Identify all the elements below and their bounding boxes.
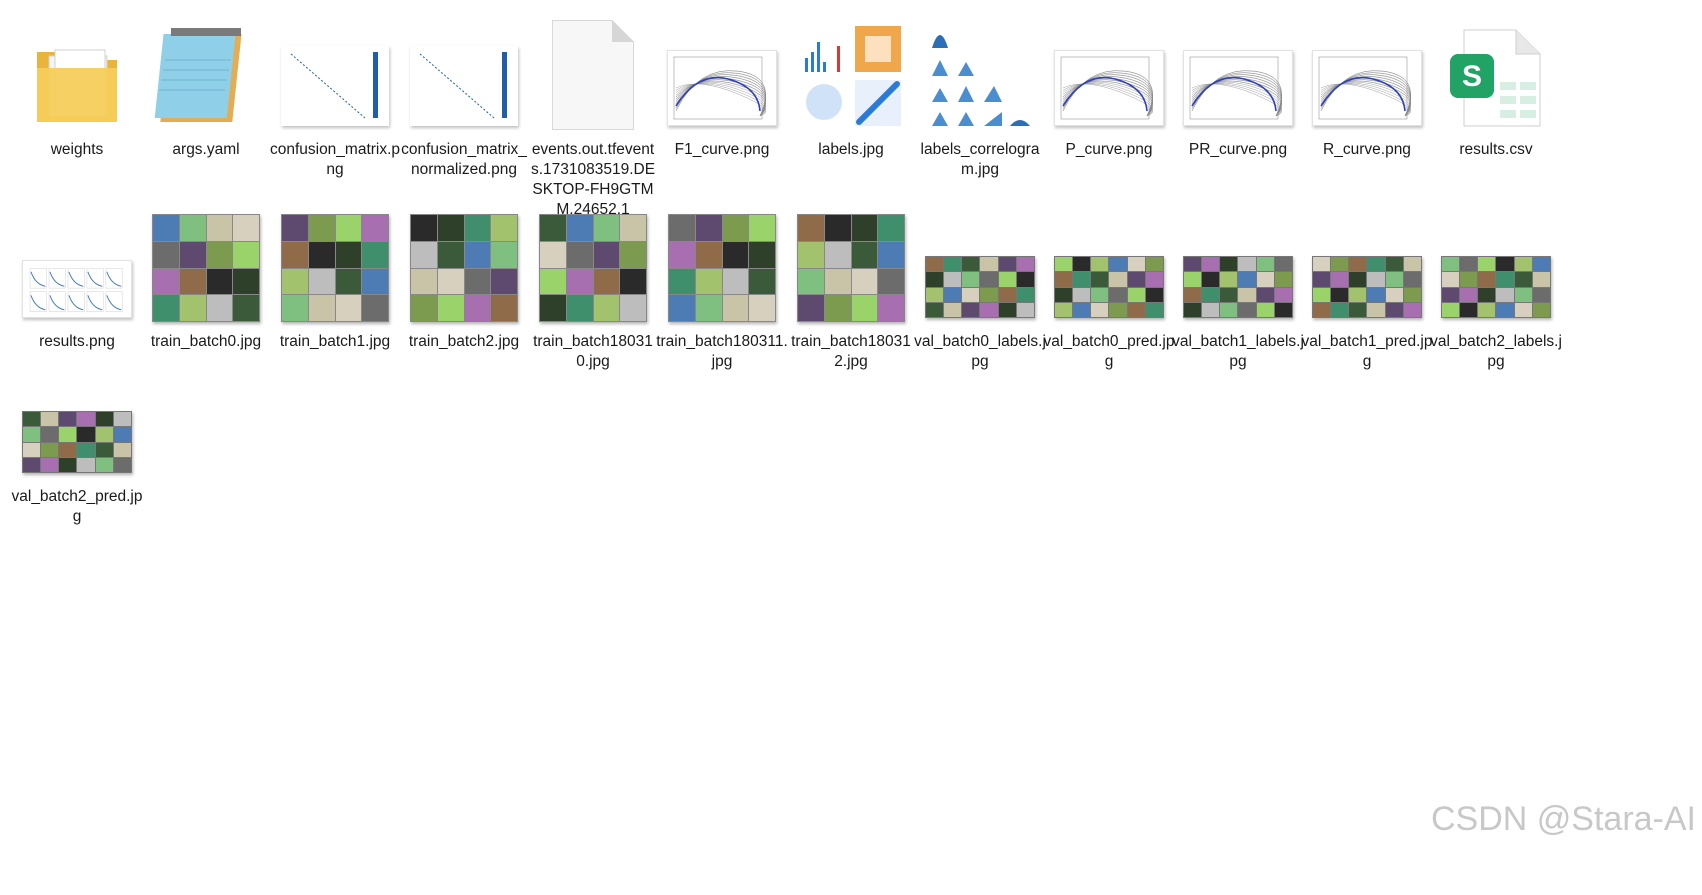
file-item-tb180310[interactable]: train_batch180310.jpg <box>523 202 663 372</box>
file-name-label: val_batch1_pred.jpg <box>1301 333 1433 370</box>
file-name-label: val_batch2_labels.jpg <box>1430 333 1562 370</box>
file-item-tb1[interactable]: train_batch1.jpg <box>265 202 405 352</box>
image-thumbnail <box>1183 256 1293 318</box>
file-name-label: train_batch180311.jpg <box>656 333 788 370</box>
file-name-label: confusion_matrix.png <box>269 141 401 178</box>
file-item-labcorr[interactable]: labels_correlogram.jpg <box>910 10 1050 180</box>
image-thumbnail <box>925 256 1035 318</box>
file-item-vb2l[interactable]: val_batch2_labels.jpg <box>1426 202 1566 372</box>
watermark: CSDN @Stara-AI <box>1430 800 1696 838</box>
file-name-label: val_batch0_pred.jpg <box>1043 333 1175 370</box>
file-name-label: labels_correlogram.jpg <box>920 141 1040 178</box>
labels-chart-icon <box>799 24 901 126</box>
image-thumbnail <box>1441 256 1551 318</box>
file-item-vb1p[interactable]: val_batch1_pred.jpg <box>1297 202 1437 372</box>
image-thumbnail <box>1054 256 1164 318</box>
image-thumbnail <box>281 214 389 322</box>
curve-plot-icon <box>1312 50 1422 126</box>
file-name-label: args.yaml <box>172 141 240 158</box>
file-name-label: train_batch180310.jpg <box>533 333 653 370</box>
image-thumbnail <box>797 214 905 322</box>
file-item-tb180311[interactable]: train_batch180311.jpg <box>652 202 792 372</box>
curve-plot-icon <box>1054 50 1164 126</box>
image-thumbnail <box>539 214 647 322</box>
file-name-label: train_batch1.jpg <box>279 333 391 350</box>
image-thumbnail <box>668 214 776 322</box>
image-thumbnail <box>410 214 518 322</box>
file-item-vb1l[interactable]: val_batch1_labels.jpg <box>1168 202 1308 372</box>
file-name-label: train_batch180312.jpg <box>791 333 911 370</box>
file-name-label: train_batch0.jpg <box>150 333 262 350</box>
file-item-cmn[interactable]: confusion_matrix_normalized.png <box>394 10 534 180</box>
svg-text:S: S <box>1462 60 1482 93</box>
file-name-label: weights <box>50 141 104 158</box>
file-item-args[interactable]: args.yaml <box>136 10 276 160</box>
file-item-tb180312[interactable]: train_batch180312.jpg <box>781 202 921 372</box>
file-item-vb2p[interactable]: val_batch2_pred.jpg <box>7 357 147 527</box>
curve-plot-icon <box>667 50 777 126</box>
file-item-cm[interactable]: confusion_matrix.png <box>265 10 405 180</box>
confusion-matrix-icon <box>281 46 389 126</box>
file-name-label: results.csv <box>1459 141 1533 158</box>
blank-file-icon <box>552 20 634 130</box>
correlogram-icon <box>932 35 1030 126</box>
file-explorer-view: weights args.yaml confusion_matrix.png c… <box>0 0 1702 895</box>
file-name-label: P_curve.png <box>1065 141 1153 158</box>
confusion-matrix-icon <box>410 46 518 126</box>
file-item-vb0l[interactable]: val_batch0_labels.jpg <box>910 202 1050 372</box>
file-item-f1[interactable]: F1_curve.png <box>652 10 792 160</box>
image-thumbnail <box>1312 256 1422 318</box>
file-name-label: results.png <box>39 333 115 350</box>
file-item-respng[interactable]: results.png <box>7 202 147 352</box>
file-item-r[interactable]: R_curve.png <box>1297 10 1437 160</box>
file-name-label: R_curve.png <box>1323 141 1411 158</box>
file-item-vb0p[interactable]: val_batch0_pred.jpg <box>1039 202 1179 372</box>
file-name-label: confusion_matrix_normalized.png <box>401 141 527 178</box>
file-item-csv[interactable]: S results.csv <box>1426 10 1566 160</box>
file-item-labels[interactable]: labels.jpg <box>781 10 921 160</box>
file-item-weights[interactable]: weights <box>7 10 147 160</box>
notepad-icon <box>154 28 242 122</box>
file-name-label: F1_curve.png <box>674 141 770 158</box>
file-item-events[interactable]: events.out.tfevents.1731083519.DESKTOP-F… <box>523 10 663 220</box>
file-item-tb2[interactable]: train_batch2.jpg <box>394 202 534 352</box>
curve-plot-icon <box>1183 50 1293 126</box>
results-plot-icon <box>22 260 132 318</box>
file-name-label: val_batch1_labels.jpg <box>1172 333 1304 370</box>
file-item-p[interactable]: P_curve.png <box>1039 10 1179 160</box>
image-thumbnail <box>22 411 132 473</box>
file-name-label: PR_curve.png <box>1188 141 1288 158</box>
file-name-label: val_batch2_pred.jpg <box>11 488 143 525</box>
file-name-label: labels.jpg <box>818 141 884 158</box>
spreadsheet-icon: S <box>1450 29 1541 127</box>
file-item-pr[interactable]: PR_curve.png <box>1168 10 1308 160</box>
file-name-label: train_batch2.jpg <box>408 333 520 350</box>
file-name-label: val_batch0_labels.jpg <box>914 333 1046 370</box>
image-thumbnail <box>152 214 260 322</box>
file-item-tb0[interactable]: train_batch0.jpg <box>136 202 276 352</box>
folder-icon <box>37 49 117 122</box>
